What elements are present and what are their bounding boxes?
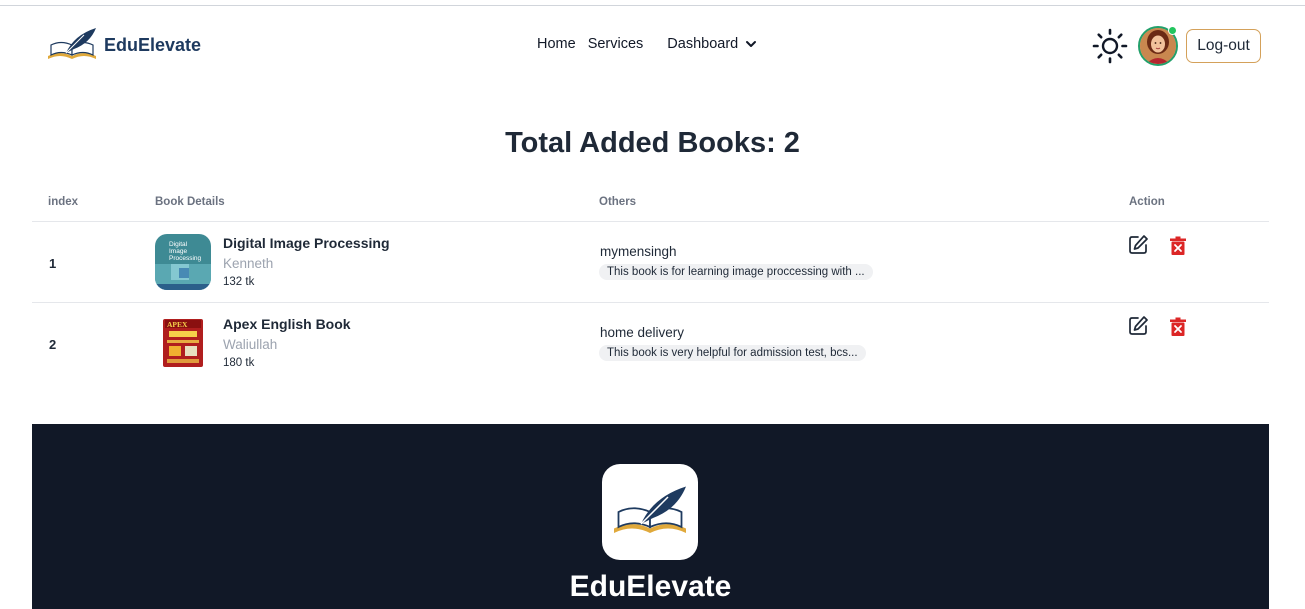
table-row: 2 APEX Apex English Book Waliullah 180 t…	[32, 303, 1269, 384]
books-table: index Book Details Others Action 1 Digit…	[32, 188, 1269, 384]
user-avatar[interactable]	[1138, 26, 1178, 66]
sun-icon[interactable]	[1091, 27, 1129, 65]
book-cover-art: Digital Image Processing	[155, 234, 211, 290]
header-book-details: Book Details	[155, 196, 225, 208]
nav-links: Home Services Dashboard	[537, 36, 758, 52]
online-status-dot	[1168, 26, 1177, 35]
book-author: Kenneth	[223, 256, 274, 271]
book-cover-image: Digital Image Processing	[155, 234, 211, 290]
nav-services-link[interactable]: Services	[588, 36, 644, 52]
page-title: Total Added Books: 2	[505, 127, 800, 159]
footer-brand-name: EduElevate	[569, 570, 732, 603]
book-cover-art: APEX	[163, 319, 203, 367]
svg-text:Processing: Processing	[169, 255, 202, 262]
edit-icon[interactable]	[1128, 315, 1149, 336]
book-description-badge: This book is for learning image proccess…	[599, 264, 873, 280]
trash-icon[interactable]	[1170, 236, 1186, 255]
book-author: Waliullah	[223, 337, 278, 352]
book-title: Apex English Book	[223, 316, 351, 332]
row-index: 1	[49, 256, 57, 271]
book-price: 132 tk	[223, 276, 255, 288]
header-action: Action	[1129, 196, 1165, 208]
nav-dashboard-label: Dashboard	[667, 36, 739, 52]
brand-name: EduElevate	[104, 34, 202, 55]
header-others: Others	[599, 196, 637, 208]
book-title: Digital Image Processing	[223, 235, 390, 251]
logout-button[interactable]: Log-out	[1186, 29, 1261, 63]
nav-home-link[interactable]: Home	[537, 36, 576, 52]
navbar: EduElevate Home Services Dashboard Log-o…	[32, 8, 1269, 84]
book-quill-icon	[614, 486, 686, 533]
nav-dashboard-dropdown[interactable]: Dashboard	[667, 36, 758, 52]
chevron-down-icon	[746, 41, 757, 47]
top-divider	[0, 5, 1305, 6]
book-price: 180 tk	[223, 357, 255, 369]
row-index: 2	[49, 337, 57, 352]
brand[interactable]: EduElevate	[44, 25, 201, 65]
edit-icon[interactable]	[1128, 234, 1149, 255]
trash-icon[interactable]	[1170, 317, 1186, 336]
book-cover-image: APEX	[163, 319, 203, 367]
book-location: home delivery	[600, 325, 685, 340]
footer-logo	[602, 464, 698, 560]
header-index: index	[48, 196, 79, 208]
table-header: index Book Details Others Action	[32, 188, 1269, 222]
book-location: mymensingh	[600, 244, 677, 259]
svg-text:APEX: APEX	[167, 320, 188, 329]
svg-text:Digital: Digital	[169, 241, 188, 248]
svg-text:Image: Image	[169, 248, 187, 255]
book-description-badge: This book is very helpful for admission …	[599, 345, 866, 361]
footer: EduElevate	[32, 424, 1269, 609]
book-quill-icon	[48, 28, 96, 59]
table-row: 1 Digital Image Processing Digital Image…	[32, 222, 1269, 303]
